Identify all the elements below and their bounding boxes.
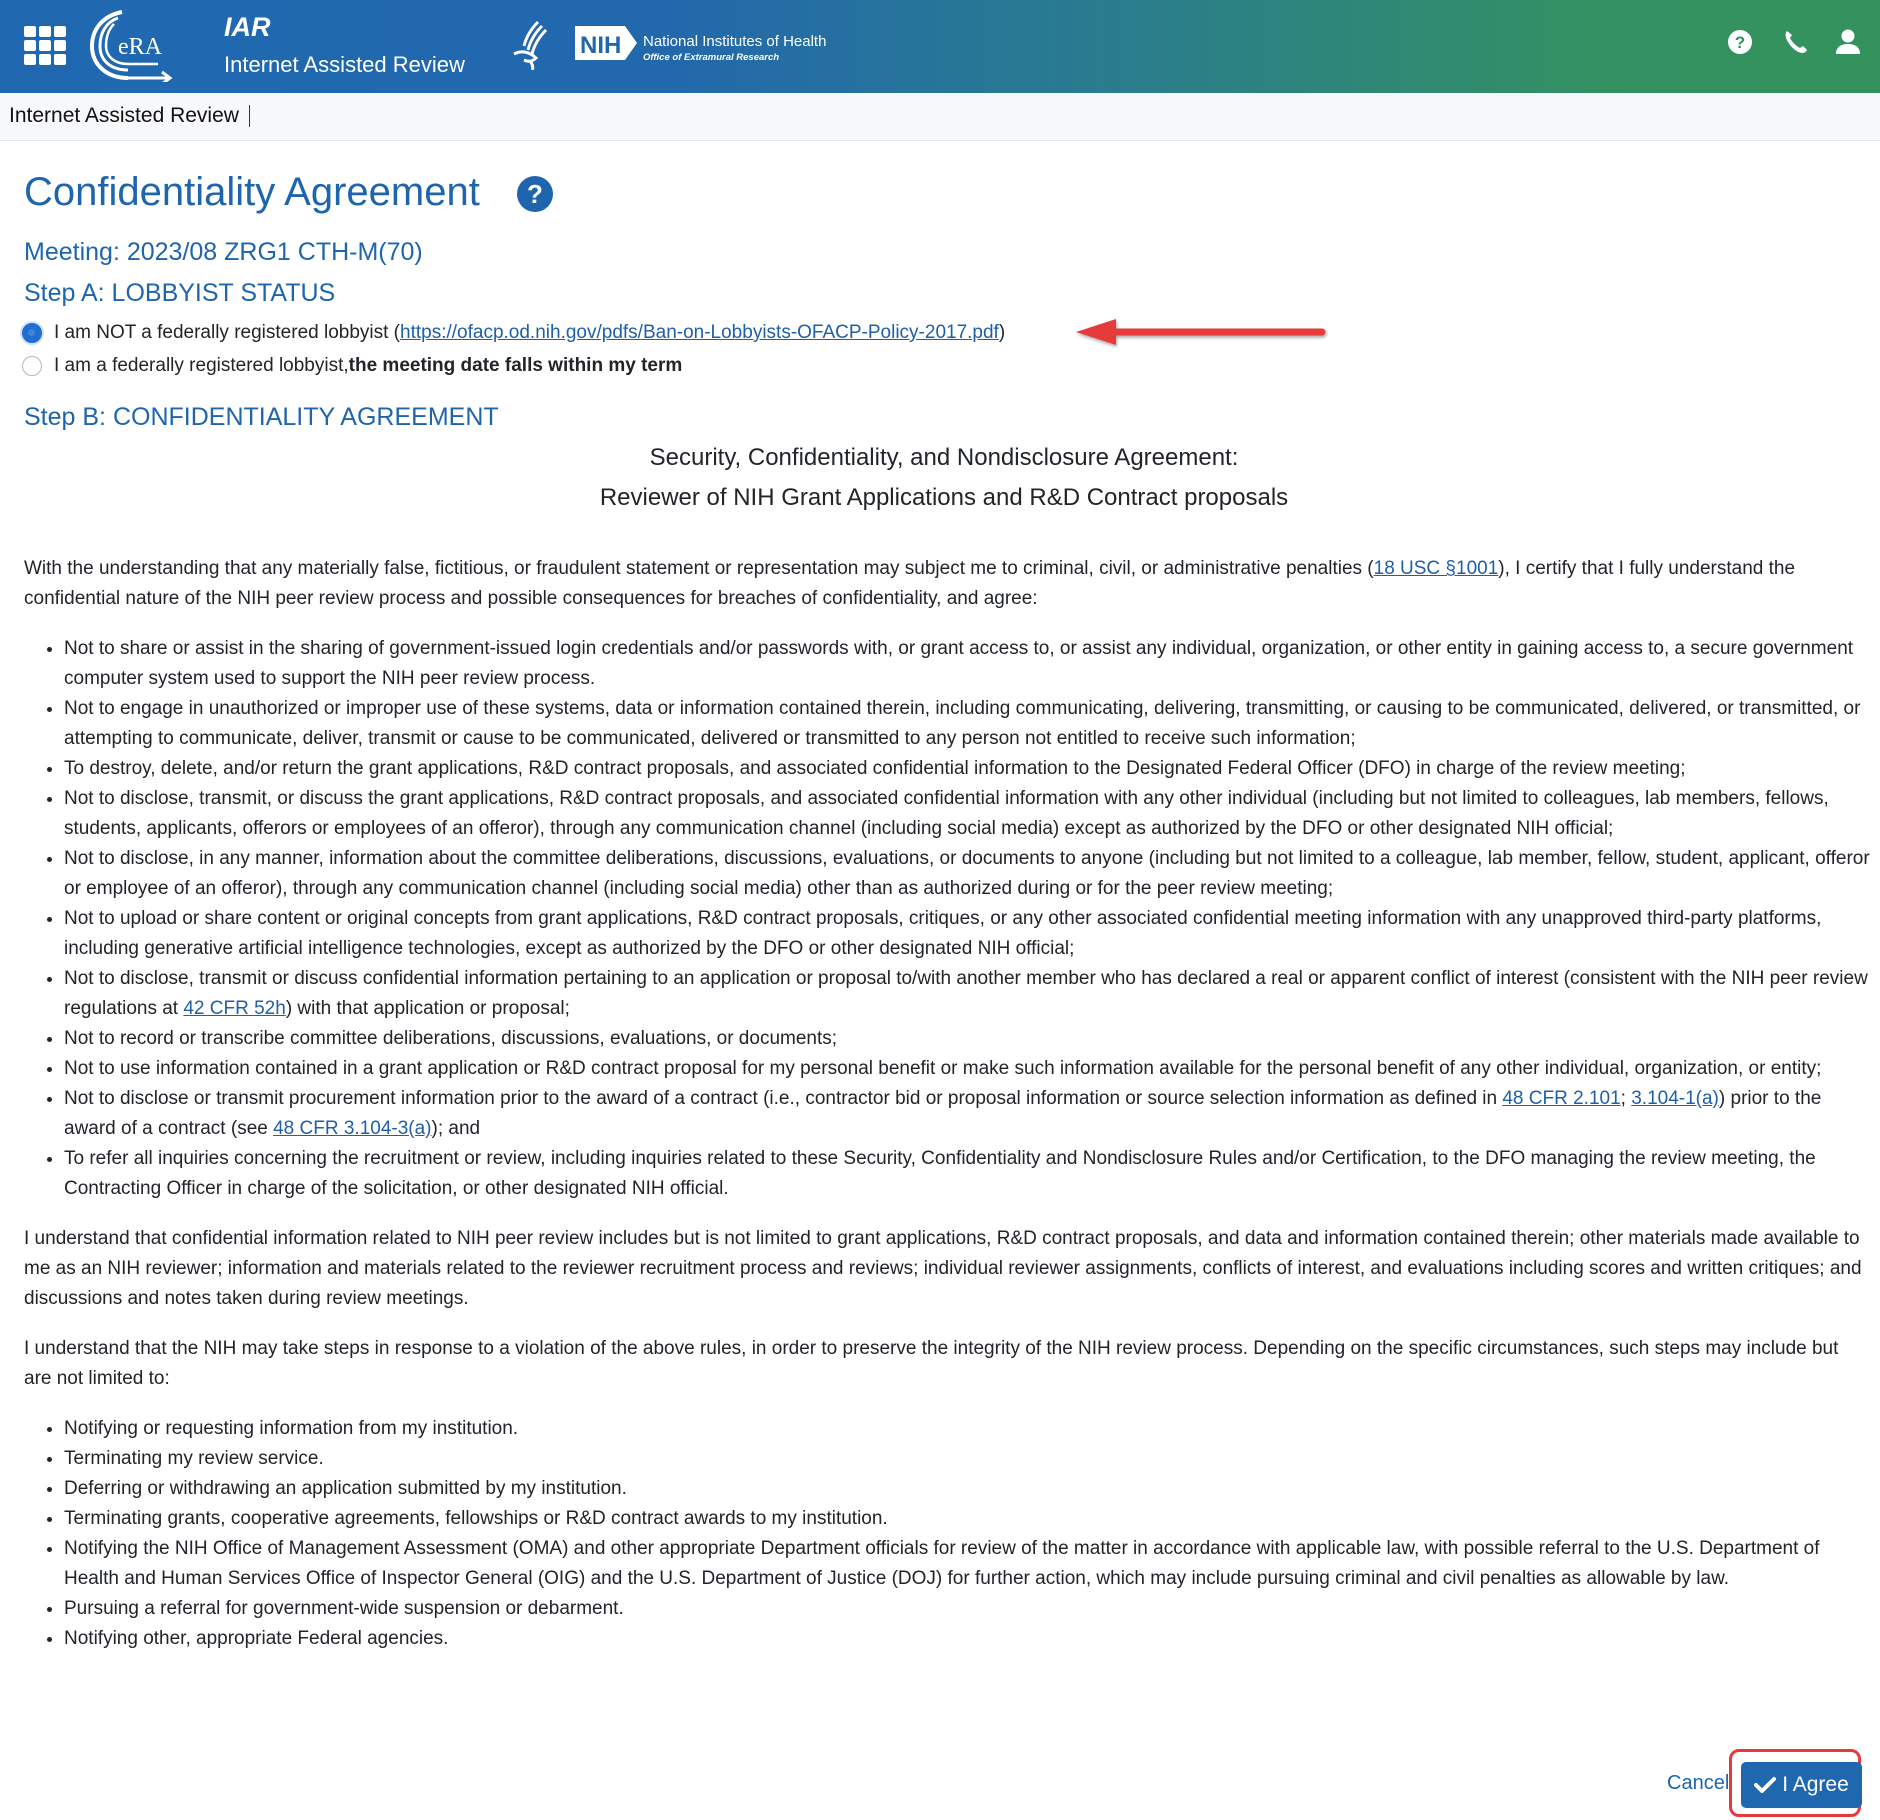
svg-text:?: ? <box>1735 33 1745 52</box>
usc-1001-link[interactable]: 18 USC §1001 <box>1374 558 1499 579</box>
list-item: Not to upload or share content or origin… <box>64 904 1870 964</box>
cfr-3-104-3a-link[interactable]: 48 CFR 3.104-3(a) <box>273 1118 431 1139</box>
annotation-arrow-icon <box>1076 319 1326 345</box>
list-item: Terminating grants, cooperative agreemen… <box>64 1504 1870 1534</box>
list-item: To destroy, delete, and/or return the gr… <box>64 754 1870 784</box>
hhs-logo <box>513 20 548 70</box>
nih-office: Office of Extramural Research <box>643 52 780 63</box>
list-item: Not to use information contained in a gr… <box>64 1054 1870 1084</box>
list-item: Not to disclose or transmit procurement … <box>64 1084 1870 1144</box>
list-item: Notifying the NIH Office of Management A… <box>64 1534 1870 1594</box>
top-header: eRA IAR Internet Assisted Review NIH Nat… <box>0 0 1880 93</box>
radio-label-suffix: ) <box>998 322 1006 343</box>
agreement-heading: Security, Confidentiality, and Nondisclo… <box>649 444 1239 471</box>
help-icon[interactable]: ? <box>516 175 554 213</box>
list-item: Not to record or transcribe committee de… <box>64 1024 1870 1054</box>
understand-paragraph-2: I understand that the NIH may take steps… <box>24 1338 1839 1389</box>
list-item: Notifying or requesting information from… <box>64 1414 1870 1444</box>
cfr-52h-link[interactable]: 42 CFR 52h <box>183 998 285 1019</box>
agreement-intro: With the understanding that any material… <box>24 554 1870 614</box>
meeting-label: Meeting: 2023/08 ZRG1 CTH-M(70) <box>24 238 423 266</box>
list-item: Deferring or withdrawing an application … <box>64 1474 1870 1504</box>
list-item: Not to disclose, transmit or discuss con… <box>64 964 1870 1024</box>
nih-name: National Institutes of Health <box>643 33 827 50</box>
cancel-button[interactable]: Cancel <box>1667 1772 1729 1795</box>
list-item: Not to disclose, in any manner, informat… <box>64 844 1870 904</box>
list-item: Pursuing a referral for government-wide … <box>64 1594 1870 1624</box>
step-a-heading: Step A: LOBBYIST STATUS <box>24 279 336 307</box>
list-item: Not to share or assist in the sharing of… <box>64 634 1870 694</box>
era-logo[interactable]: eRA <box>88 8 180 82</box>
radio-label-prefix: I am a federally registered lobbyist, <box>54 355 349 376</box>
phone-icon[interactable] <box>1782 28 1810 56</box>
radio-not-lobbyist[interactable]: I am NOT a federally registered lobbyist… <box>22 322 1005 344</box>
page-title: Confidentiality Agreement <box>24 170 480 214</box>
cfr-2-101-link[interactable]: 48 CFR 2.101 <box>1502 1088 1620 1109</box>
help-icon[interactable]: ? <box>1726 28 1754 56</box>
list-item: Not to disclose, transmit, or discuss th… <box>64 784 1870 844</box>
svg-text:NIH: NIH <box>580 32 621 59</box>
radio-lobbyist[interactable]: I am a federally registered lobbyist, th… <box>22 355 682 377</box>
nih-logo: NIH <box>575 26 637 60</box>
sub-navigation: Internet Assisted Review <box>0 93 1880 141</box>
understand-paragraph-1: I understand that confidential informati… <box>24 1228 1862 1309</box>
radio-label-prefix: I am NOT a federally registered lobbyist… <box>54 322 401 343</box>
checkmark-icon <box>1754 1777 1777 1793</box>
i-agree-label: I Agree <box>1782 1773 1849 1796</box>
app-breadcrumb-title[interactable]: Internet Assisted Review <box>9 105 250 127</box>
app-full-name: Internet Assisted Review <box>224 52 465 77</box>
step-b-heading: Step B: CONFIDENTIALITY AGREEMENT <box>24 403 499 431</box>
agreement-body: With the understanding that any material… <box>24 554 1870 1674</box>
list-item: Terminating my review service. <box>64 1444 1870 1474</box>
agreement-subheading: Reviewer of NIH Grant Applications and R… <box>599 484 1289 511</box>
list-item: To refer all inquiries concerning the re… <box>64 1144 1870 1204</box>
apps-grid-icon[interactable] <box>24 26 66 65</box>
cfr-3-104-1a-link[interactable]: 3.104-1(a) <box>1631 1088 1719 1109</box>
consequences-list: Notifying or requesting information from… <box>24 1414 1870 1654</box>
radio-label-bold: the meeting date falls within my term <box>348 355 683 376</box>
intro-text: With the understanding that any material… <box>24 558 1374 579</box>
svg-text:eRA: eRA <box>118 34 163 60</box>
lobbyist-policy-link[interactable]: https://ofacp.od.nih.gov/pdfs/Ban-on-Lob… <box>400 322 999 344</box>
list-item: Not to engage in unauthorized or imprope… <box>64 694 1870 754</box>
svg-text:?: ? <box>527 179 543 209</box>
agree-list: Not to share or assist in the sharing of… <box>24 634 1870 1204</box>
list-item: Notifying other, appropriate Federal age… <box>64 1624 1870 1654</box>
user-icon[interactable] <box>1834 28 1862 56</box>
radio-button-checked[interactable] <box>22 323 42 343</box>
radio-button-unchecked[interactable] <box>22 356 42 376</box>
app-short-name: IAR <box>224 12 271 42</box>
i-agree-button[interactable]: I Agree <box>1741 1762 1862 1808</box>
